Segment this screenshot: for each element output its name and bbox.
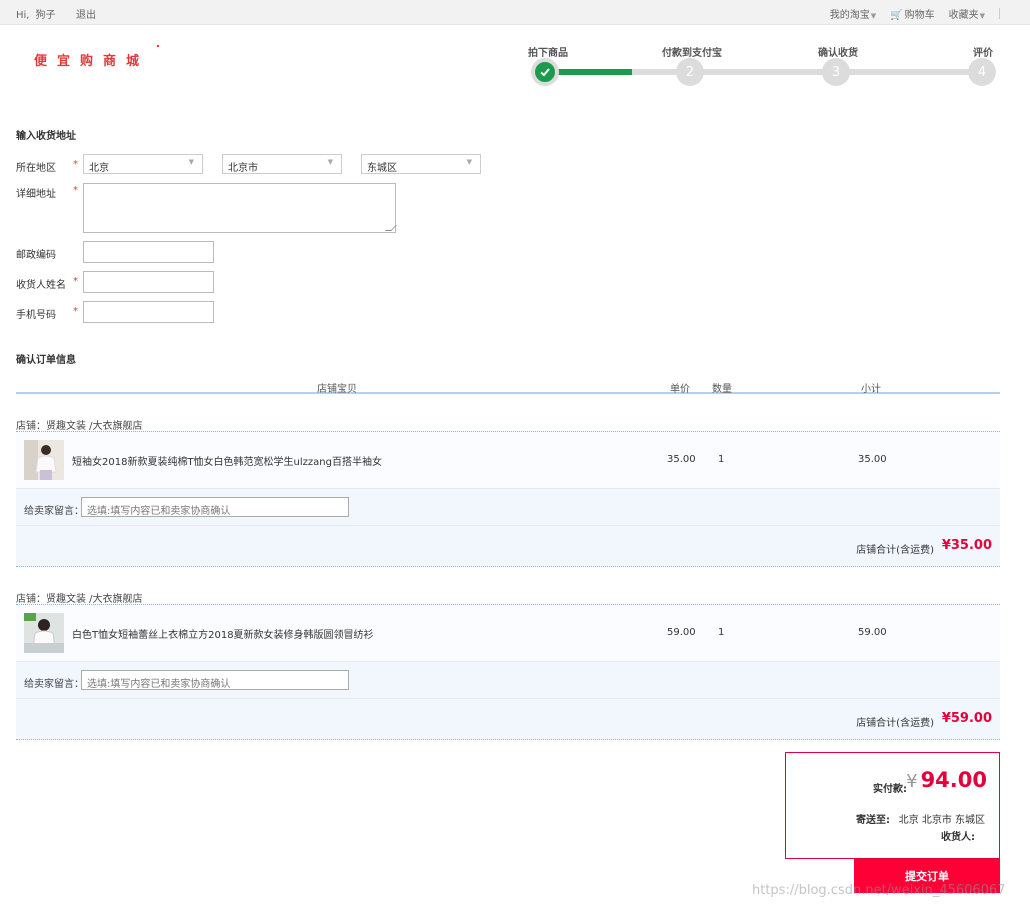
resize-handle-icon[interactable] (385, 225, 397, 231)
city-select[interactable]: 北京市 ▼ (222, 154, 342, 174)
currency-symbol: ¥ (906, 771, 918, 792)
product-title-link[interactable]: 白色T恤女短袖蕾丝上衣棉立方2018夏新款女装修身韩版圆领冒纺衫 (72, 626, 374, 641)
phone-label: 手机号码 (16, 310, 56, 321)
seller-message-label: 给卖家留言： (24, 506, 84, 517)
zip-label: 邮政编码 (16, 250, 56, 261)
step-4: 4 (968, 58, 996, 86)
subtotal: 35.00 (858, 454, 887, 465)
site-logo[interactable]: 便宜购商城 (34, 50, 149, 69)
top-bar: Hi, 狗子 退出 我的淘宝▼ 🛒 购物车 收藏夹▼ (0, 0, 1030, 25)
chevron-down-icon: ▼ (979, 12, 985, 20)
step-1-done (531, 58, 559, 86)
my-taobao-menu[interactable]: 我的淘宝▼ (830, 6, 876, 21)
cart-label: 购物车 (904, 10, 935, 21)
col-item: 店铺宝贝 (317, 384, 357, 395)
receiver-name-input[interactable] (83, 271, 214, 293)
order-table-header: 店铺宝贝 单价 数量 小计 (16, 378, 1000, 395)
watermark: https://blog.csdn.net/weixin_45606067 (752, 883, 1006, 898)
pay-amount-value: 94.00 (920, 768, 987, 792)
required-mark: * (73, 185, 78, 196)
shop-total-row: 店铺合计(含运费) ¥35.00 (16, 525, 1000, 567)
shop-total-label: 店铺合计(含运费) (856, 545, 934, 556)
chevron-down-icon: ▼ (466, 158, 472, 166)
table-row: 短袖女2018新款夏装纯棉T恤女白色韩范宽松学生ulzzang百搭半袖女 35.… (16, 431, 1000, 489)
shop-total-label: 店铺合计(含运费) (856, 718, 934, 729)
receiver-label: 收货人: (941, 832, 975, 843)
table-row: 白色T恤女短袖蕾丝上衣棉立方2018夏新款女装修身韩版圆领冒纺衫 59.00 1… (16, 604, 1000, 662)
step-label-3: 确认收货 (818, 48, 858, 59)
shop-label: 店铺：贤趣文装 /大衣旗舰店 (16, 594, 143, 605)
cart-link[interactable]: 🛒 购物车 (890, 6, 934, 21)
divider (999, 8, 1000, 19)
product-image-icon (24, 440, 64, 480)
checkmark-icon (540, 68, 550, 77)
username[interactable]: 狗子 (35, 10, 55, 21)
step-label-4: 评价 (973, 48, 993, 59)
top-links: 我的淘宝▼ 🛒 购物车 收藏夹▼ (830, 6, 1000, 21)
region-label: 所在地区 (16, 163, 56, 174)
order-progress-steps: 拍下商品 付款到支付宝 确认收货 评价 2 3 4 (528, 40, 1000, 90)
province-select[interactable]: 北京 ▼ (83, 154, 203, 174)
step-2: 2 (676, 58, 704, 86)
required-mark: * (73, 276, 78, 287)
logout-link[interactable]: 退出 (76, 6, 96, 21)
unit-price: 35.00 (667, 454, 696, 465)
col-subtotal: 小计 (861, 384, 881, 395)
receiver-name-label: 收货人姓名 (16, 280, 66, 291)
pay-label: 实付款: (873, 784, 907, 795)
province-value: 北京 (89, 163, 109, 174)
cart-icon: 🛒 (890, 10, 903, 21)
shop-label: 店铺：贤趣文装 /大衣旗舰店 (16, 421, 143, 432)
order-section-title: 确认订单信息 (16, 355, 76, 366)
seller-message-input[interactable]: 选填:填写内容已和卖家协商确认 (81, 497, 349, 517)
order-summary-box: 实付款: ¥94.00 寄送至: 北京 北京市 东城区 收货人: (785, 752, 1000, 859)
my-taobao-label: 我的淘宝 (829, 10, 870, 21)
step-3: 3 (822, 58, 850, 86)
col-qty: 数量 (712, 384, 732, 395)
unit-price: 59.00 (667, 627, 696, 638)
product-title-link[interactable]: 短袖女2018新款夏装纯棉T恤女白色韩范宽松学生ulzzang百搭半袖女 (72, 453, 382, 468)
ship-to-label: 寄送至: (856, 815, 890, 826)
ship-to-value: 北京 北京市 东城区 (898, 815, 985, 826)
seller-message-row: 给卖家留言： 选填:填写内容已和卖家协商确认 (16, 488, 1000, 526)
chevron-down-icon: ▼ (188, 158, 194, 166)
step-label-2: 付款到支付宝 (662, 48, 722, 59)
zip-input[interactable] (83, 241, 214, 263)
shop-total-row: 店铺合计(含运费) ¥59.00 (16, 698, 1000, 740)
chevron-down-icon: ▼ (327, 158, 333, 166)
required-mark: * (73, 306, 78, 317)
district-select[interactable]: 东城区 ▼ (361, 154, 481, 174)
chevron-down-icon: ▼ (870, 12, 877, 20)
city-value: 北京市 (228, 163, 258, 174)
shop-total-value: ¥59.00 (941, 711, 992, 726)
seller-message-input[interactable]: 选填:填写内容已和卖家协商确认 (81, 670, 349, 690)
district-value: 东城区 (367, 163, 397, 174)
required-mark: * (73, 159, 78, 170)
shop-total-value: ¥35.00 (941, 538, 992, 553)
detail-address-label: 详细地址 (16, 189, 56, 200)
step-label-1: 拍下商品 (528, 48, 568, 59)
favorites-label: 收藏夹 (948, 10, 979, 21)
seller-message-row: 给卖家留言： 选填:填写内容已和卖家协商确认 (16, 661, 1000, 699)
col-price: 单价 (670, 384, 690, 395)
product-thumbnail[interactable] (24, 613, 64, 653)
greeting: Hi, 狗子 (16, 6, 61, 21)
product-thumbnail[interactable] (24, 440, 64, 480)
subtotal: 59.00 (858, 627, 887, 638)
detail-address-textarea[interactable] (83, 183, 397, 233)
favorites-menu[interactable]: 收藏夹▼ (949, 6, 985, 21)
logo-decoration (157, 45, 159, 47)
phone-input[interactable] (83, 301, 214, 323)
product-image-icon (24, 613, 64, 653)
seller-message-label: 给卖家留言： (24, 679, 84, 690)
pay-amount: ¥94.00 (906, 768, 987, 792)
quantity: 1 (718, 454, 725, 465)
greeting-text: Hi, (16, 10, 30, 21)
address-section-title: 输入收货地址 (16, 131, 76, 142)
quantity: 1 (718, 627, 725, 638)
